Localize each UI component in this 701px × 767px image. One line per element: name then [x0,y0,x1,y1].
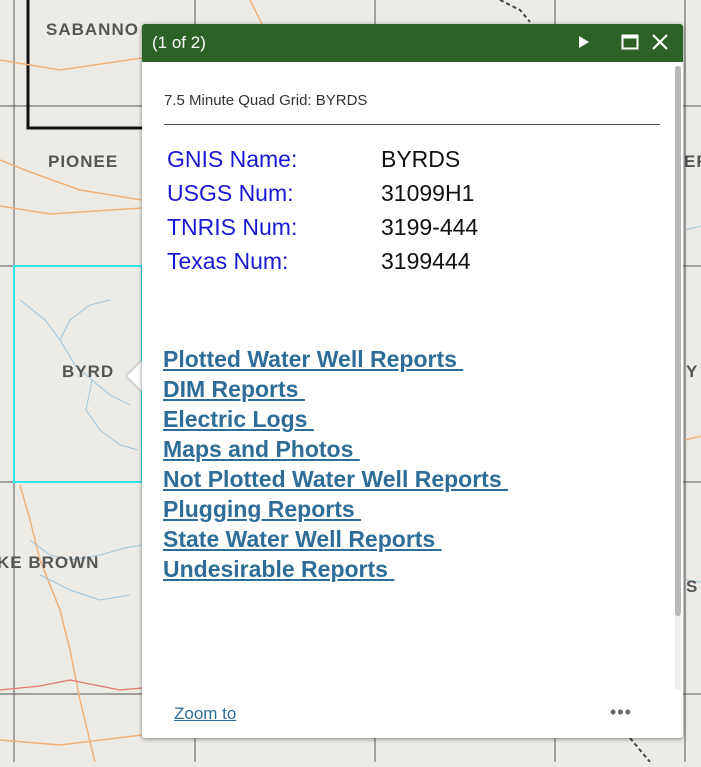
map-label-er: ER [684,152,701,171]
map-label-y: Y [686,362,699,381]
link-not-plotted-water-well-reports[interactable]: Not Plotted Water Well Reports [163,466,508,492]
map-label-sabanno: SABANNO [46,20,139,39]
attribute-key: TNRIS Num: [167,214,298,240]
more-options-icon[interactable]: ••• [610,702,632,723]
popup-pointer [127,360,143,392]
scrollbar-thumb[interactable] [675,66,681,616]
attribute-value: 3199444 [381,248,471,274]
map-label-ke-brown: KE BROWN [0,553,100,572]
attribute-value: 31099H1 [381,180,475,206]
link-maps-and-photos[interactable]: Maps and Photos [163,436,360,462]
map-label-pionee: PIONEE [48,152,119,171]
maximize-icon[interactable] [618,30,642,54]
popup-scrollbar[interactable] [675,66,681,690]
attribute-key: USGS Num: [167,180,294,206]
attribute-key: GNIS Name: [167,146,298,172]
map-label-byrd: BYRD [62,362,115,381]
popup-body: 7.5 Minute Quad Grid: BYRDS GNIS Name: B… [142,62,683,738]
link-dim-reports[interactable]: DIM Reports [163,376,305,402]
close-icon[interactable] [648,30,672,54]
attribute-value: 3199-444 [381,214,479,240]
link-plugging-reports[interactable]: Plugging Reports [163,496,361,522]
highways [0,679,143,691]
zoom-to-link[interactable]: Zoom to [174,704,236,724]
info-popup: (1 of 2) 7.5 Minute Quad Grid: BYRDS GNI… [142,24,683,738]
feature-count: (1 of 2) [152,33,206,52]
link-undesirable-reports[interactable]: Undesirable Reports [163,556,394,582]
link-state-water-well-reports[interactable]: State Water Well Reports [163,526,442,552]
popup-header: (1 of 2) [142,24,683,62]
attribute-value: BYRDS [381,146,461,172]
play-triangle-icon[interactable] [572,30,596,54]
link-plotted-water-well-reports[interactable]: Plotted Water Well Reports [163,346,463,372]
attribute-key: Texas Num: [167,248,289,274]
link-electric-logs[interactable]: Electric Logs [163,406,314,432]
map-label-s-c: S C [686,577,701,596]
title-divider [164,124,660,125]
popup-title: 7.5 Minute Quad Grid: BYRDS [164,92,368,109]
